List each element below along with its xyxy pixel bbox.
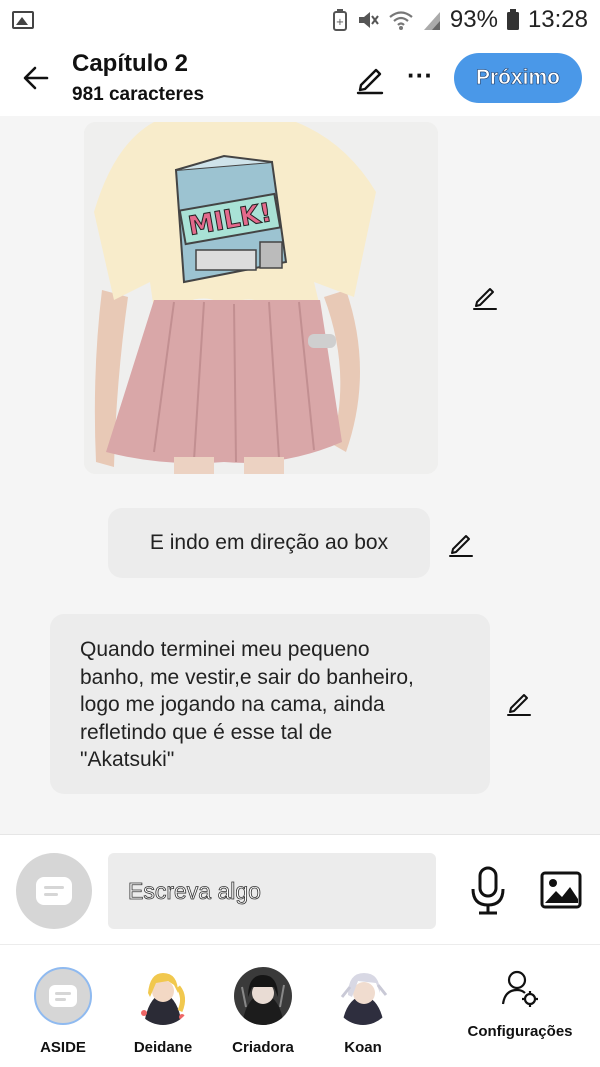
aside-toggle-button[interactable] <box>16 853 92 929</box>
chapter-title: Capítulo 2 <box>72 50 189 77</box>
battery-icon <box>506 9 519 30</box>
back-button[interactable] <box>0 40 72 116</box>
signal-icon <box>423 12 440 30</box>
message-input[interactable] <box>108 853 436 929</box>
microphone-button[interactable] <box>466 865 510 917</box>
nav-item-koan[interactable]: Koan <box>318 967 408 1056</box>
nav-item-deidane[interactable]: Deidane <box>118 967 208 1056</box>
nav-label: Criadora <box>232 1039 294 1056</box>
message-icon <box>49 985 77 1007</box>
wifi-icon <box>389 11 413 30</box>
settings-label: Configurações <box>467 1023 573 1040</box>
battery-saver-icon: + <box>332 9 347 31</box>
insert-image-button[interactable] <box>540 871 582 909</box>
pencil-icon <box>356 68 384 95</box>
user-settings-icon <box>501 970 538 1007</box>
composer <box>0 834 600 944</box>
nav-label: Koan <box>344 1039 382 1056</box>
nav-label: ASIDE <box>40 1039 86 1056</box>
next-button[interactable]: Próximo <box>454 53 582 103</box>
nav-item-criadora[interactable]: Criadora <box>218 967 308 1056</box>
mute-icon <box>358 12 379 28</box>
settings-button[interactable]: Configurações <box>462 969 578 1040</box>
more-options-button[interactable]: ··· <box>400 58 440 98</box>
edit-message-button[interactable] <box>446 529 476 559</box>
avatar <box>234 967 292 1025</box>
avatar <box>134 967 192 1025</box>
svg-text:+: + <box>336 17 344 28</box>
message-bubble[interactable]: E indo em direção ao box <box>108 508 430 578</box>
gallery-icon <box>12 11 34 29</box>
message-bubble[interactable]: Quando terminei meu pequeno banho, me ve… <box>50 614 490 794</box>
chapter-content[interactable]: MILK! E indo em direção ao box Quando te… <box>0 116 600 834</box>
arrow-left-icon <box>23 66 49 90</box>
pencil-icon <box>507 694 531 716</box>
image-icon <box>540 871 582 909</box>
character-count: 981 caracteres <box>72 84 205 105</box>
aside-avatar <box>34 967 92 1025</box>
status-bar: + 93% 13:28 <box>0 0 600 40</box>
battery-percent: 93% <box>449 6 498 33</box>
edit-message-button[interactable] <box>504 688 534 718</box>
bottom-nav: ASIDE Deidane Criadora Koan Configuraçõe… <box>0 944 600 1067</box>
nav-label: Deidane <box>133 1039 193 1056</box>
content-image[interactable]: MILK! <box>84 122 438 474</box>
pencil-icon <box>449 535 473 557</box>
nav-item-aside[interactable]: ASIDE <box>18 967 108 1056</box>
pencil-icon <box>473 288 497 310</box>
message-icon <box>36 877 72 905</box>
edit-title-button[interactable] <box>352 60 388 96</box>
clock: 13:28 <box>527 6 588 33</box>
edit-image-button[interactable] <box>470 282 500 312</box>
outfit-photo: MILK! <box>84 122 438 474</box>
message-text: E indo em direção ao box <box>149 531 389 554</box>
avatar <box>334 967 392 1025</box>
header: Capítulo 2 981 caracteres ··· Próximo <box>0 40 600 116</box>
title-block: Capítulo 2 981 caracteres <box>72 50 204 106</box>
more-dots-icon: ··· <box>407 60 433 90</box>
microphone-icon <box>471 866 505 915</box>
